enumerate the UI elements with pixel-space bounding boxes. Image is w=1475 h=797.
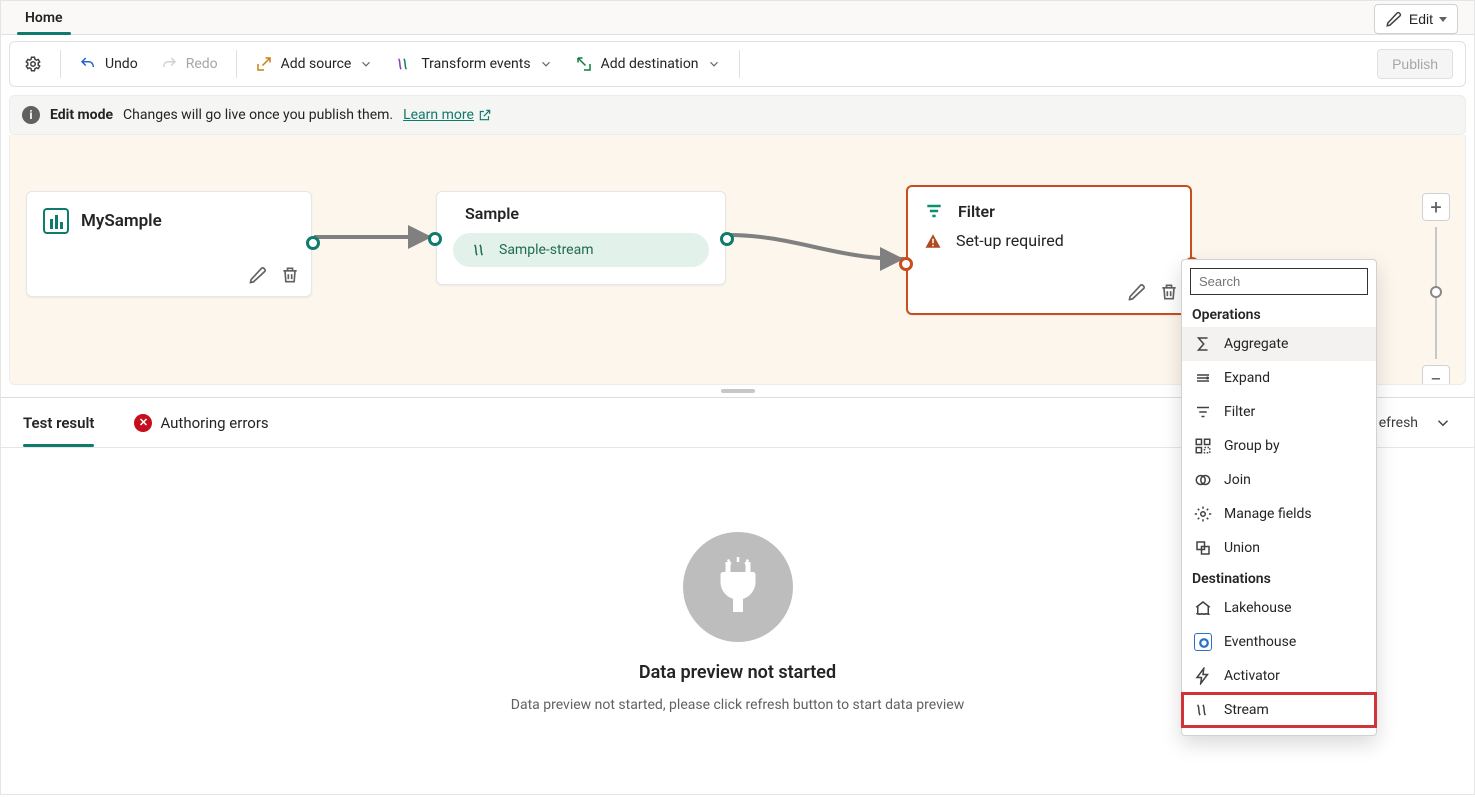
warning-icon — [924, 232, 942, 250]
dropdown-item-groupby[interactable]: Group by — [1182, 429, 1376, 463]
redo-label: Redo — [186, 56, 218, 72]
redo-button: Redo — [150, 49, 228, 79]
info-bar: i Edit mode Changes will go live once yo… — [9, 95, 1466, 135]
node-filter-warning: Set-up required — [956, 231, 1064, 250]
gear-icon — [24, 55, 42, 73]
node-source[interactable]: MySample — [26, 191, 312, 297]
manage-fields-icon — [1194, 505, 1212, 523]
zoom-rail: + − — [1421, 193, 1451, 385]
preview-title: Data preview not started — [639, 662, 836, 683]
edit-node-button[interactable] — [247, 264, 269, 286]
node-port-in[interactable] — [899, 257, 913, 271]
refresh-button[interactable]: efresh — [1379, 415, 1418, 431]
undo-icon — [79, 55, 97, 73]
group-icon — [1194, 437, 1212, 455]
chevron-down-icon — [539, 57, 553, 71]
publish-button: Publish — [1377, 49, 1453, 79]
add-destination-label: Add destination — [601, 56, 699, 72]
undo-button[interactable]: Undo — [69, 49, 148, 79]
tab-authoring-errors[interactable]: ✕ Authoring errors — [134, 400, 268, 446]
zoom-out-button[interactable]: − — [1422, 365, 1450, 385]
node-source-title: MySample — [81, 211, 162, 231]
settings-button[interactable] — [14, 49, 52, 79]
add-source-button[interactable]: Add source — [245, 49, 384, 79]
redo-icon — [160, 55, 178, 73]
stream-pill[interactable]: Sample-stream — [453, 233, 709, 267]
zoom-in-button[interactable]: + — [1422, 193, 1450, 221]
eventhouse-icon — [1194, 633, 1212, 651]
activator-icon — [1194, 667, 1212, 685]
add-source-icon — [255, 55, 273, 73]
add-destination-icon — [575, 55, 593, 73]
dropdown-item-expand[interactable]: Expand — [1182, 361, 1376, 395]
expand-icon — [1194, 369, 1212, 387]
chevron-down-icon[interactable] — [1434, 414, 1452, 432]
node-sample[interactable]: Sample Sample-stream — [436, 191, 726, 285]
union-icon — [1194, 539, 1212, 557]
top-tabbar: Home Edit — [1, 1, 1474, 35]
dropdown-item-activator[interactable]: Activator — [1182, 659, 1376, 693]
connector-1 — [310, 227, 440, 247]
add-destination-button[interactable]: Add destination — [565, 49, 731, 79]
plug-icon — [683, 532, 793, 642]
zoom-knob[interactable] — [1430, 286, 1442, 298]
bar-chart-icon — [43, 208, 69, 234]
caret-down-icon — [1439, 17, 1447, 22]
dropdown-destinations-header: Destinations — [1182, 565, 1376, 591]
info-icon: i — [22, 106, 40, 124]
lakehouse-icon — [1194, 599, 1212, 617]
dropdown-item-eventhouse[interactable]: Eventhouse — [1182, 625, 1376, 659]
dropdown-item-join[interactable]: Join — [1182, 463, 1376, 497]
node-filter-title: Filter — [958, 202, 995, 221]
join-icon — [1194, 471, 1212, 489]
filter-icon — [1194, 403, 1212, 421]
edit-node-button[interactable] — [1126, 281, 1148, 303]
edit-button-label: Edit — [1409, 11, 1433, 27]
add-source-label: Add source — [281, 56, 352, 72]
dropdown-item-stream[interactable]: Stream — [1182, 693, 1376, 727]
delete-node-button[interactable] — [1158, 281, 1180, 303]
filter-icon — [924, 201, 944, 221]
chevron-down-icon — [359, 57, 373, 71]
transform-icon — [395, 55, 413, 73]
undo-label: Undo — [105, 56, 138, 72]
stream-icon — [471, 241, 489, 259]
edit-mode-msg: Changes will go live once you publish th… — [123, 107, 393, 123]
dropdown-item-managefields[interactable]: Manage fields — [1182, 497, 1376, 531]
transform-events-button[interactable]: Transform events — [385, 49, 562, 79]
preview-message: Data preview not started, please click r… — [511, 697, 964, 713]
dropdown-operations-header: Operations — [1182, 301, 1376, 327]
chevron-down-icon — [707, 57, 721, 71]
edit-button[interactable]: Edit — [1374, 4, 1458, 34]
add-node-dropdown: Operations Aggregate Expand Filter Group… — [1181, 259, 1377, 736]
transform-label: Transform events — [421, 56, 530, 72]
error-badge-icon: ✕ — [134, 414, 152, 432]
dropdown-search-input[interactable] — [1190, 268, 1368, 295]
node-port-out[interactable] — [306, 236, 320, 250]
dropdown-item-aggregate[interactable]: Aggregate — [1182, 327, 1376, 361]
toolbar: Undo Redo Add source Transform events Ad… — [9, 41, 1466, 87]
tab-home[interactable]: Home — [17, 2, 71, 34]
node-port-in[interactable] — [428, 232, 442, 246]
tab-test-result[interactable]: Test result — [23, 400, 94, 446]
learn-more-link[interactable]: Learn more — [403, 107, 492, 123]
dropdown-item-union[interactable]: Union — [1182, 531, 1376, 565]
node-sample-title: Sample — [437, 192, 725, 229]
node-port-out[interactable] — [720, 232, 734, 246]
zoom-slider[interactable] — [1435, 227, 1437, 359]
connector-2 — [724, 227, 914, 277]
pencil-icon — [1385, 10, 1403, 28]
node-filter[interactable]: Filter Set-up required — [906, 185, 1192, 315]
edit-mode-label: Edit mode — [50, 107, 113, 123]
open-external-icon — [478, 108, 492, 122]
dropdown-item-lakehouse[interactable]: Lakehouse — [1182, 591, 1376, 625]
dropdown-item-filter[interactable]: Filter — [1182, 395, 1376, 429]
stream-icon — [1194, 701, 1212, 719]
sigma-icon — [1194, 335, 1212, 353]
delete-node-button[interactable] — [279, 264, 301, 286]
